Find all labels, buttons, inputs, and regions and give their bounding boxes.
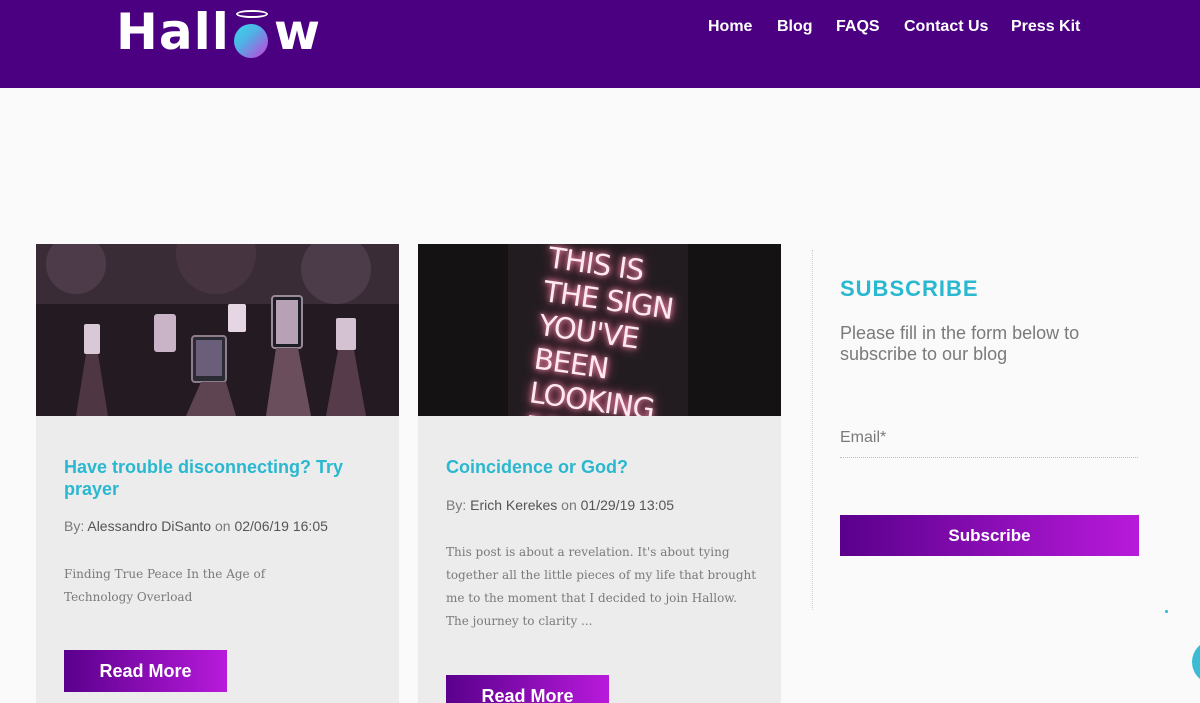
post-meta: By: Alessandro DiSanto on 02/06/19 16:05 (64, 518, 384, 534)
nav-home[interactable]: Home (708, 18, 752, 36)
post-title[interactable]: Coincidence or God? (446, 456, 756, 478)
nav-contact-us[interactable]: Contact Us (904, 18, 988, 36)
subscribe-button[interactable]: Subscribe (840, 515, 1139, 556)
on-label: on (215, 518, 231, 534)
post-author[interactable]: Alessandro DiSanto (87, 518, 211, 534)
post-meta: By: Erich Kerekes on 01/29/19 13:05 (446, 497, 766, 513)
subscribe-title: SUBSCRIBE (840, 276, 979, 301)
post-title[interactable]: Have trouble disconnecting? Try prayer (64, 456, 374, 500)
nav-faqs[interactable]: FAQS (836, 18, 880, 36)
post-date: 01/29/19 13:05 (580, 497, 675, 513)
email-label: Email* (840, 429, 887, 446)
site-header: Hall w Home Blog FAQS Contact Us Press Ki… (0, 0, 1200, 88)
by-label: By: (446, 497, 467, 513)
concert-phones-image[interactable] (36, 244, 399, 416)
chat-widget-icon[interactable] (1192, 640, 1200, 684)
neon-sign-text: THIS IS THE SIGN YOU'VE BEEN LOOKING FOR (523, 244, 676, 416)
logo-haloed-o-icon (232, 4, 272, 60)
blog-post-card: THIS IS THE SIGN YOU'VE BEEN LOOKING FOR… (418, 244, 781, 703)
neon-sign-image[interactable]: THIS IS THE SIGN YOU'VE BEEN LOOKING FOR (418, 244, 781, 416)
logo-text-hall: Hall (116, 3, 230, 61)
nav-blog[interactable]: Blog (777, 18, 813, 36)
logo-text-w: w (273, 3, 322, 61)
sidebar-divider (812, 250, 813, 610)
subscribe-description: Please fill in the form below to subscri… (840, 323, 1080, 364)
hallow-logo[interactable]: Hall w (116, 3, 322, 61)
email-field[interactable] (840, 452, 1138, 458)
decorative-dot (1165, 610, 1168, 613)
blog-post-card: Have trouble disconnecting? Try prayer B… (36, 244, 399, 703)
post-excerpt: This post is about a revelation. It's ab… (446, 545, 757, 628)
post-date: 02/06/19 16:05 (234, 518, 328, 534)
nav-press-kit[interactable]: Press Kit (1011, 18, 1080, 36)
read-more-button[interactable]: Read More (64, 650, 227, 692)
on-label: on (561, 497, 577, 513)
concert-phones-illustration (36, 244, 399, 416)
read-more-button[interactable]: Read More (446, 675, 609, 703)
post-excerpt: Finding True Peace In the Age of Technol… (64, 567, 266, 604)
by-label: By: (64, 518, 85, 534)
post-author[interactable]: Erich Kerekes (470, 497, 557, 513)
